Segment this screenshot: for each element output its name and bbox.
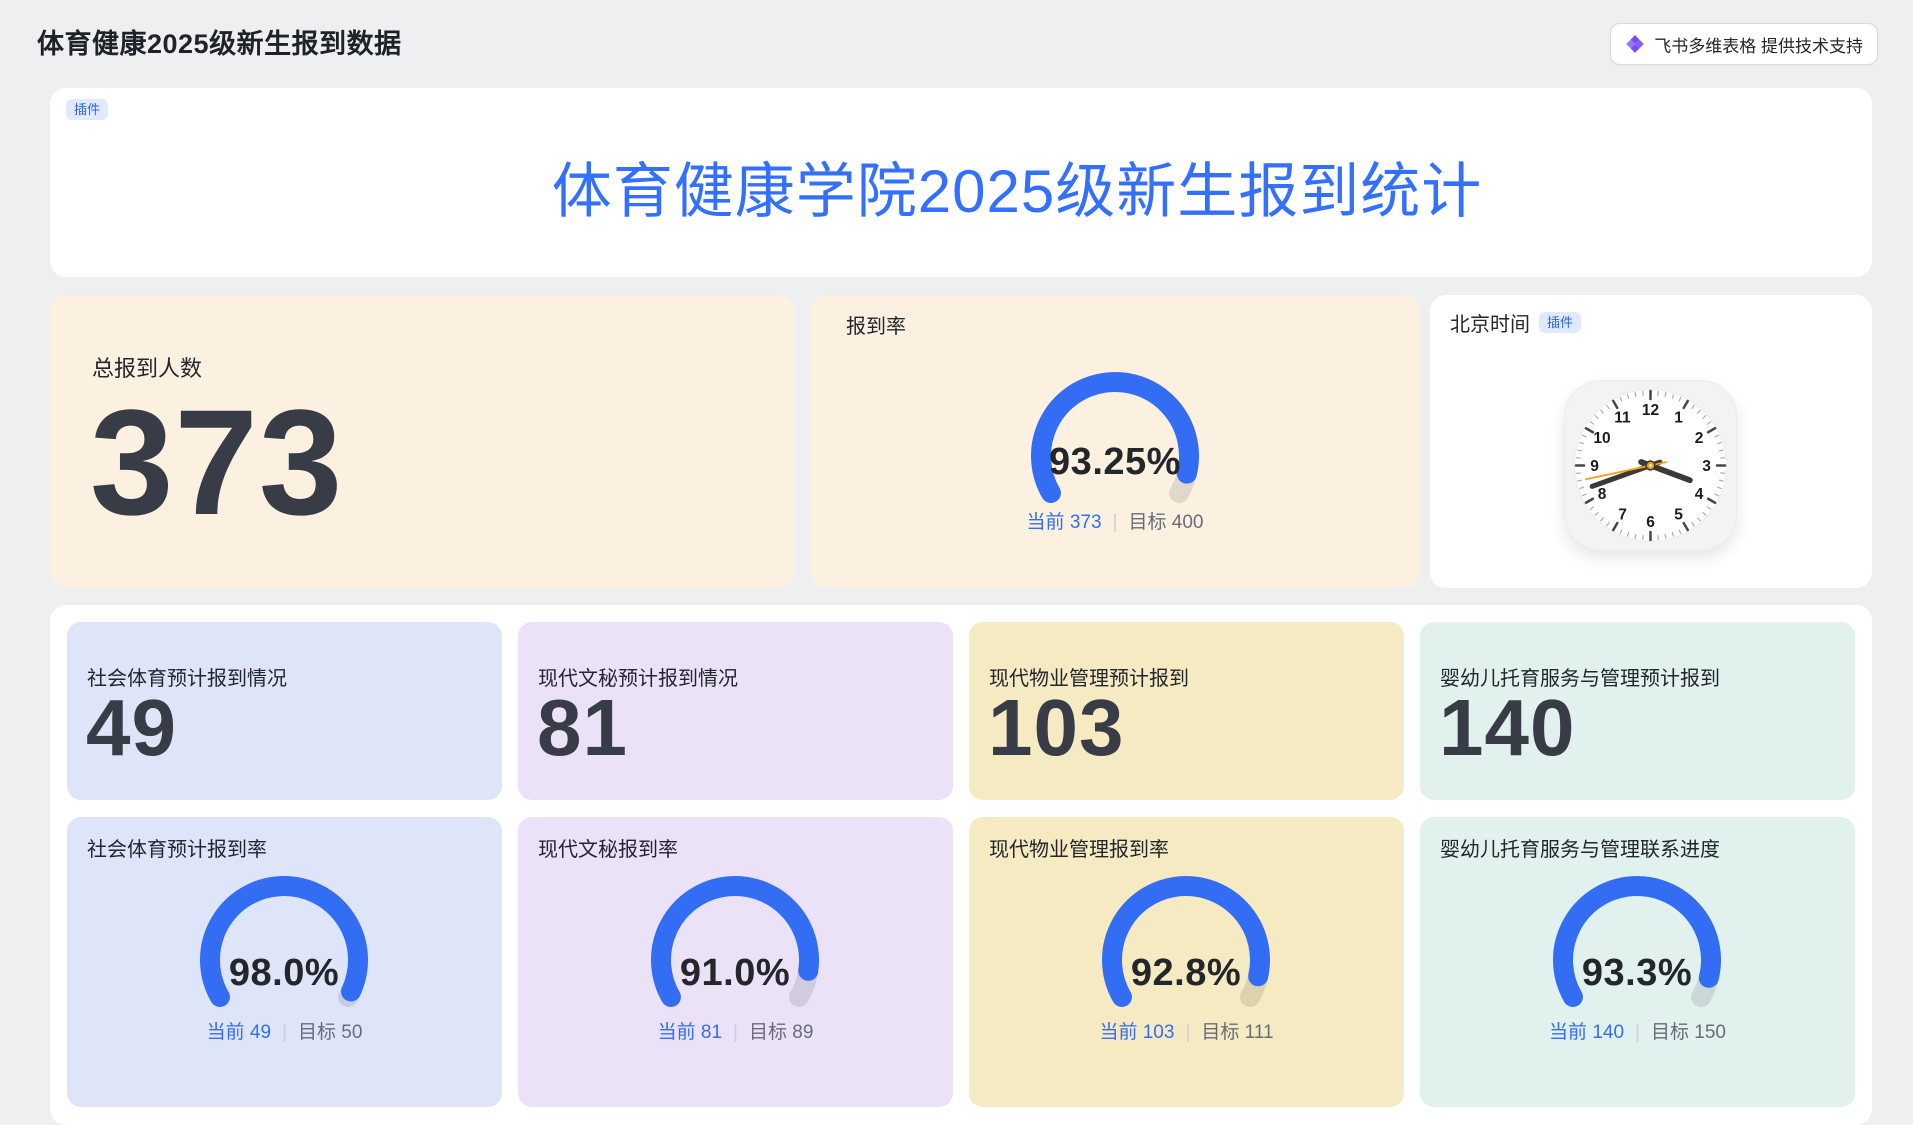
svg-text:5: 5 <box>1674 506 1683 523</box>
registration-rate-detail: 当前 373|目标 400 <box>810 507 1420 534</box>
svg-text:7: 7 <box>1618 506 1627 523</box>
svg-text:2: 2 <box>1695 430 1704 447</box>
gauge-label: 婴幼儿托育服务与管理联系进度 <box>1440 833 1720 862</box>
gauge-percent: 98.0% <box>189 952 379 995</box>
gauge-label: 现代文秘报到率 <box>538 833 678 862</box>
stat-card-social-sports[interactable]: 社会体育预计报到情况 49 <box>67 622 502 800</box>
stat-card-property-management[interactable]: 现代物业管理预计报到 103 <box>969 622 1404 800</box>
total-registered-value: 373 <box>90 387 343 537</box>
svg-text:11: 11 <box>1614 409 1631 426</box>
gauge-detail: 当前 81|目标 89 <box>518 1017 953 1044</box>
gauge-card-modern-secretary[interactable]: 现代文秘报到率 91.0% 当前 81|目标 89 <box>518 817 953 1107</box>
dashboard-main-title: 体育健康学院2025级新生报到统计 <box>50 160 1872 224</box>
registration-rate-label: 报到率 <box>846 310 906 339</box>
svg-text:8: 8 <box>1598 486 1607 503</box>
support-button-label: 飞书多维表格 提供技术支持 <box>1654 32 1863 57</box>
stat-value: 140 <box>1439 688 1575 768</box>
plugin-badge: 插件 <box>66 99 108 120</box>
svg-text:6: 6 <box>1646 514 1655 531</box>
page-title: 体育健康2025级新生报到数据 <box>37 22 402 61</box>
beijing-time-card[interactable]: 北京时间 插件 123456789101112 <box>1430 295 1872 588</box>
feishu-support-button[interactable]: 飞书多维表格 提供技术支持 <box>1610 23 1878 65</box>
gauge-percent: 92.8% <box>1091 952 1281 995</box>
feishu-base-icon <box>1625 34 1645 54</box>
stat-value: 103 <box>988 688 1124 768</box>
svg-text:1: 1 <box>1674 409 1683 426</box>
svg-text:9: 9 <box>1590 458 1599 475</box>
svg-text:4: 4 <box>1695 486 1704 503</box>
svg-text:3: 3 <box>1702 458 1711 475</box>
gauge-label: 社会体育预计报到率 <box>87 833 267 862</box>
gauge-card-social-sports[interactable]: 社会体育预计报到率 98.0% 当前 49|目标 50 <box>67 817 502 1107</box>
analog-clock: 123456789101112 <box>1564 380 1737 551</box>
clock-face: 123456789101112 <box>1564 380 1737 551</box>
gauge-percent: 91.0% <box>640 952 830 995</box>
gauge-card-property-management[interactable]: 现代物业管理报到率 92.8% 当前 103|目标 111 <box>969 817 1404 1107</box>
gauge-label: 现代物业管理报到率 <box>989 833 1169 862</box>
registration-rate-percent: 93.25% <box>1020 441 1210 484</box>
stat-card-modern-secretary[interactable]: 现代文秘预计报到情况 81 <box>518 622 953 800</box>
svg-text:12: 12 <box>1642 402 1659 419</box>
registration-rate-card[interactable]: 报到率 93.25% 当前 373|目标 400 <box>810 295 1420 588</box>
gauge-detail: 当前 140|目标 150 <box>1420 1017 1855 1044</box>
gauge-detail: 当前 49|目标 50 <box>67 1017 502 1044</box>
gauge-detail: 当前 103|目标 111 <box>969 1017 1404 1044</box>
hero-title-card[interactable]: 插件 体育健康学院2025级新生报到统计 <box>50 88 1872 277</box>
stat-card-infant-care[interactable]: 婴幼儿托育服务与管理预计报到 140 <box>1420 622 1855 800</box>
stat-value: 81 <box>537 688 628 768</box>
svg-text:10: 10 <box>1593 430 1610 447</box>
beijing-time-label: 北京时间 <box>1450 308 1530 337</box>
stat-value: 49 <box>86 688 177 768</box>
gauge-card-infant-care[interactable]: 婴幼儿托育服务与管理联系进度 93.3% 当前 140|目标 150 <box>1420 817 1855 1107</box>
plugin-badge: 插件 <box>1539 312 1581 333</box>
gauge-percent: 93.3% <box>1542 952 1732 995</box>
total-registered-card[interactable]: 总报到人数 373 <box>50 295 794 588</box>
